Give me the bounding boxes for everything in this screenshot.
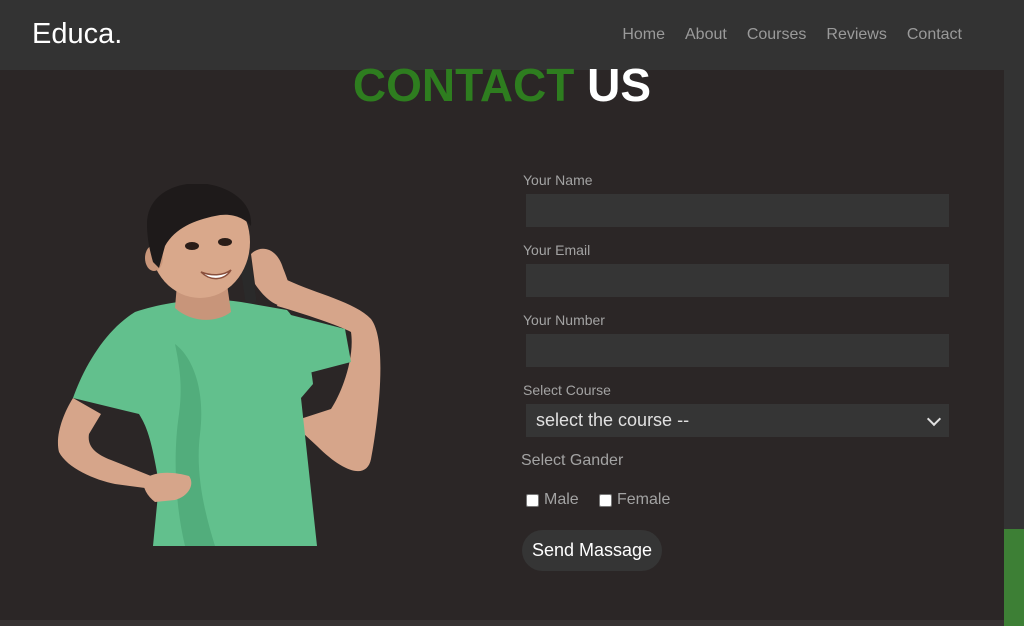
nav-link-courses[interactable]: Courses (747, 26, 807, 44)
course-label: Select Course (523, 382, 611, 398)
boy-on-phone-image (57, 184, 381, 546)
chevron-down-icon (926, 411, 942, 426)
email-input[interactable] (526, 264, 949, 297)
site-logo[interactable]: Educa. (32, 18, 122, 51)
send-message-button[interactable]: Send Massage (522, 530, 662, 571)
number-input[interactable] (526, 334, 949, 367)
scrollbar-thumb[interactable] (1004, 529, 1024, 626)
course-select[interactable]: select the course -- (526, 404, 949, 437)
nav-links: Home About Courses Reviews Contact (622, 26, 962, 44)
gender-label: Select Gander (521, 452, 624, 469)
section-divider (0, 620, 1004, 626)
male-checkbox[interactable] (526, 494, 539, 507)
page-scrollbar[interactable] (1004, 70, 1024, 626)
title-contact: CONTACT (352, 59, 575, 111)
name-label: Your Name (523, 172, 593, 188)
female-checkbox[interactable] (599, 494, 612, 507)
nav-link-reviews[interactable]: Reviews (826, 26, 886, 44)
email-label: Your Email (523, 242, 591, 258)
name-input[interactable] (526, 194, 949, 227)
number-label: Your Number (523, 312, 605, 328)
course-selected-value: select the course -- (536, 410, 690, 430)
nav-link-about[interactable]: About (685, 26, 727, 44)
female-label: Female (617, 491, 671, 508)
nav-link-home[interactable]: Home (622, 26, 665, 44)
title-us: US (587, 59, 652, 111)
male-label: Male (544, 491, 579, 508)
page-title: CONTACT US (0, 58, 1004, 112)
nav-link-contact[interactable]: Contact (907, 26, 962, 44)
